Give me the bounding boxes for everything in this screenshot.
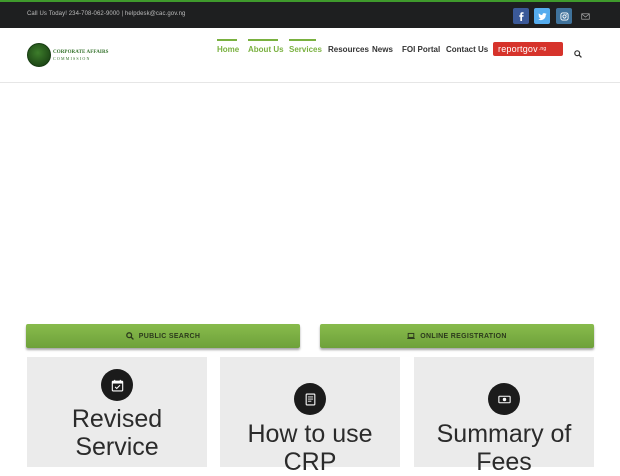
- online-registration-label: ONLINE REGISTRATION: [420, 332, 507, 340]
- nav-active-indicator: [217, 39, 237, 41]
- logo-title: CORPORATE AFFAIRS: [53, 49, 109, 55]
- card-icon-circle: [294, 383, 326, 415]
- public-search-label: PUBLIC SEARCH: [138, 332, 201, 340]
- nav-home[interactable]: Home: [217, 39, 240, 54]
- top-bar: Call Us Today! 234-708-062-9000 | helpde…: [0, 0, 620, 28]
- facebook-icon: [518, 11, 524, 21]
- card-title-line-1: Revised: [71, 405, 163, 433]
- card-summary-of-fees[interactable]: Summary of Fees: [414, 357, 594, 476]
- email-link[interactable]: [577, 8, 593, 24]
- twitter-link[interactable]: [534, 8, 550, 24]
- nav-services-label: Services: [289, 45, 322, 54]
- online-registration-button[interactable]: ONLINE REGISTRATION: [320, 324, 594, 348]
- site-header: CORPORATE AFFAIRS COMMISSION Home About …: [0, 28, 620, 83]
- public-search-button[interactable]: PUBLIC SEARCH: [26, 324, 300, 348]
- nav-services[interactable]: Services: [289, 39, 322, 54]
- laptop-icon: [407, 332, 416, 339]
- reportgov-suffix: .ng: [538, 46, 547, 52]
- money-icon: [497, 395, 511, 403]
- card-icon-circle: [488, 383, 520, 415]
- calendar-check-icon: [111, 379, 123, 391]
- card-title-line-1: Summary of: [436, 420, 572, 448]
- nav-resources-label: Resources: [328, 45, 369, 54]
- instagram-link[interactable]: [556, 8, 572, 24]
- logo-seal-icon: [27, 43, 51, 67]
- search-icon: [574, 50, 582, 58]
- nav-contact-us-label: Contact Us: [446, 45, 489, 54]
- card-title-line-2: Fees: [476, 448, 532, 476]
- nav-about-us-label: About Us: [248, 45, 284, 54]
- site-logo[interactable]: CORPORATE AFFAIRS COMMISSION: [27, 43, 109, 67]
- reportgov-label: reportgov: [498, 44, 538, 54]
- contact-info: Call Us Today! 234-708-062-9000 | helpde…: [27, 11, 186, 17]
- reportgov-button[interactable]: reportgov .ng: [493, 42, 563, 56]
- nav-foi-portal-label: FOI Portal: [402, 45, 441, 54]
- card-how-to-use-crp[interactable]: How to use CRP: [220, 357, 400, 476]
- nav-foi-portal[interactable]: FOI Portal: [402, 45, 440, 54]
- document-icon: [305, 393, 315, 405]
- logo-subtitle: COMMISSION: [53, 55, 91, 61]
- card-revised-service[interactable]: Revised Service: [27, 357, 207, 467]
- mail-icon: [580, 12, 590, 20]
- nav-active-indicator: [289, 39, 316, 41]
- nav-news[interactable]: News: [372, 45, 393, 54]
- nav-contact-us[interactable]: Contact Us: [446, 45, 488, 54]
- instagram-icon: [559, 11, 569, 21]
- card-title-line-2: CRP: [283, 448, 337, 476]
- nav-active-indicator: [248, 39, 278, 41]
- card-title-line-1: How to use: [247, 420, 373, 448]
- nav-resources[interactable]: Resources: [328, 45, 369, 54]
- facebook-link[interactable]: [513, 8, 529, 24]
- search-icon: [125, 332, 134, 340]
- nav-about-us[interactable]: About Us: [248, 39, 284, 54]
- card-icon-circle: [101, 369, 133, 401]
- nav-news-label: News: [372, 45, 393, 54]
- search-button[interactable]: [574, 45, 582, 58]
- card-title-line-2: Service: [75, 433, 159, 461]
- nav-home-label: Home: [217, 45, 240, 54]
- twitter-icon: [537, 12, 547, 20]
- hero-slider: [0, 83, 620, 323]
